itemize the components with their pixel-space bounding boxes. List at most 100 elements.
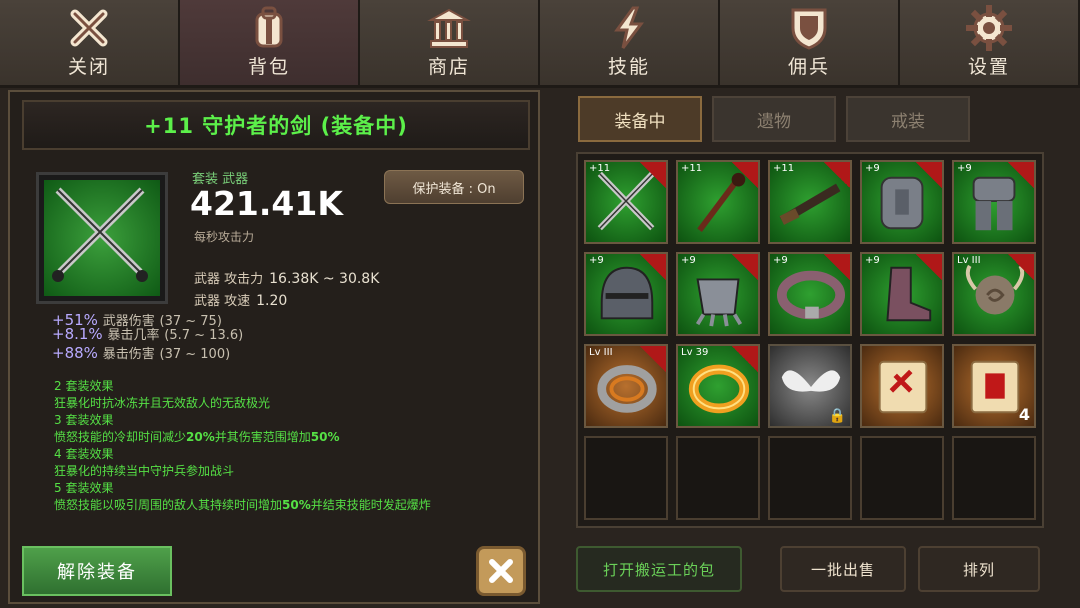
item-detail-panel: +11 守护者的剑 (装备中) 套装 武器 421.41K 每秒攻击力 保护装备… xyxy=(8,90,540,604)
open-porter-bag-button[interactable]: 打开搬运工的包 xyxy=(576,546,742,592)
stat-value: 1.20 xyxy=(256,293,288,309)
inventory-slot-empty[interactable] xyxy=(768,436,852,520)
inventory-slot-empty[interactable] xyxy=(952,436,1036,520)
inventory-slot[interactable]: +11 xyxy=(768,160,852,244)
item-title-bar: +11 守护者的剑 (装备中) xyxy=(22,100,530,150)
slot-level: Lv III xyxy=(957,255,981,266)
bonus-name: 暴击伤害 xyxy=(102,347,155,362)
slot-count: 4 xyxy=(1018,405,1030,424)
inventory-slot-empty[interactable] xyxy=(676,436,760,520)
tab-close[interactable]: 关闭 xyxy=(0,0,180,88)
tab-mercenary-label: 佣兵 xyxy=(787,56,830,78)
bonus-value: +88% xyxy=(52,344,98,362)
shop-icon xyxy=(427,8,471,48)
lock-icon: 🔒 xyxy=(828,408,846,424)
inventory-slot[interactable]: +11 xyxy=(584,160,668,244)
inventory-slot[interactable]: 4 xyxy=(952,344,1036,428)
bonus-range: (37 ~ 100) xyxy=(159,347,231,362)
set-effect-3-text: 愤怒技能的冷却时间减少20%并其伤害范围增加50% xyxy=(54,429,524,446)
crossed-swords-icon xyxy=(52,187,148,282)
set-effects: 2 套装效果 狂暴化时抗冰冻并且无效敌人的无敌极光 3 套装效果 愤怒技能的冷却… xyxy=(54,378,524,514)
subtab-costume[interactable]: 戒装 xyxy=(846,96,970,142)
set-effect-4-heading: 4 套装效果 xyxy=(54,447,114,461)
equipped-ribbon xyxy=(732,254,758,280)
stat-attack: 武器 攻击力 16.38K ~ 30.8K xyxy=(194,268,379,287)
equipped-ribbon xyxy=(640,346,666,372)
slot-level: Lv III xyxy=(589,347,613,358)
close-icon xyxy=(489,559,513,583)
item-icon-bg xyxy=(44,180,160,296)
inventory-slot[interactable]: +9 xyxy=(952,160,1036,244)
bonus-line: +8.1% 暴击几率 (5.7 ~ 13.6) xyxy=(52,324,243,343)
set-effect-2-text: 狂暴化时抗冰冻并且无效敌人的无敌极光 xyxy=(54,396,271,410)
inventory-slot[interactable]: +11 xyxy=(676,160,760,244)
stat-value: 16.38K ~ 30.8K xyxy=(269,271,380,287)
equipped-ribbon xyxy=(732,162,758,188)
equipped-ribbon xyxy=(640,254,666,280)
attack-value: 421.41K xyxy=(190,184,343,223)
set-effect-highlight: 50% xyxy=(282,498,311,512)
stat-key: 武器 攻击力 xyxy=(194,272,264,287)
inventory-slot[interactable]: +9 xyxy=(860,160,944,244)
sort-button[interactable]: 排列 xyxy=(918,546,1040,592)
tab-close-label: 关闭 xyxy=(67,56,110,78)
inventory-slot[interactable]: +9 xyxy=(768,252,852,336)
lightning-icon xyxy=(614,6,644,49)
tab-shop[interactable]: 商店 xyxy=(360,0,540,88)
slot-level: +9 xyxy=(957,163,972,174)
slot-level: +11 xyxy=(589,163,611,174)
set-effect-2-heading: 2 套装效果 xyxy=(54,379,114,393)
stat-speed: 武器 攻速 1.20 xyxy=(194,290,287,309)
equipped-ribbon xyxy=(640,162,666,188)
set-effect-highlight: 20% xyxy=(186,430,215,444)
inventory-grid: +11 +11 +11 +9 +9 +9 +9 +9 +9 Lv III Lv III Lv 39 🔒 4 xyxy=(576,152,1044,528)
bonus-line: +88% 暴击伤害 (37 ~ 100) xyxy=(52,343,230,362)
set-effect-4-text: 狂暴化的持续当中守护兵参加战斗 xyxy=(54,464,235,478)
unequip-button[interactable]: 解除装备 xyxy=(22,546,172,596)
tab-backpack[interactable]: 背包 xyxy=(180,0,360,88)
item-title: +11 守护者的剑 (装备中) xyxy=(144,114,408,138)
inventory-slot[interactable]: +9 xyxy=(584,252,668,336)
tab-mercenary[interactable]: 佣兵 xyxy=(720,0,900,88)
tab-backpack-label: 背包 xyxy=(247,56,290,78)
inventory-slot[interactable]: Lv III xyxy=(584,344,668,428)
inventory-slot[interactable]: +9 xyxy=(860,252,944,336)
bonus-value: +8.1% xyxy=(52,325,103,343)
set-effect-3-heading: 3 套装效果 xyxy=(54,413,114,427)
equipped-ribbon xyxy=(916,162,942,188)
tab-settings-label: 设置 xyxy=(967,56,1010,78)
set-effect-highlight: 50% xyxy=(310,430,340,444)
close-icon xyxy=(70,9,108,47)
protect-equipment-button[interactable]: 保护装备 : On xyxy=(384,170,524,204)
stat-key: 武器 攻速 xyxy=(194,294,251,309)
inventory-slot[interactable] xyxy=(860,344,944,428)
shield-icon xyxy=(791,8,827,50)
item-icon-frame xyxy=(36,172,168,304)
close-panel-button[interactable] xyxy=(476,546,526,596)
inventory-slot[interactable]: 🔒 xyxy=(768,344,852,428)
inventory-slot-empty[interactable] xyxy=(584,436,668,520)
slot-level: Lv 39 xyxy=(681,347,709,358)
inventory-slot[interactable]: Lv 39 xyxy=(676,344,760,428)
subtab-equipped[interactable]: 装备中 xyxy=(578,96,702,142)
batch-sell-button[interactable]: 一批出售 xyxy=(780,546,906,592)
slot-level: +9 xyxy=(773,255,788,266)
inventory-slot[interactable]: Lv III xyxy=(952,252,1036,336)
subtab-relics[interactable]: 遗物 xyxy=(712,96,836,142)
inventory-slot[interactable]: +9 xyxy=(676,252,760,336)
tab-skills[interactable]: 技能 xyxy=(540,0,720,88)
slot-level: +11 xyxy=(773,163,795,174)
set-effect-5-text: 愤怒技能以吸引周围的敌人其持续时间增加50%并结束技能时发起爆炸 xyxy=(54,497,524,514)
tab-skills-label: 技能 xyxy=(607,56,650,78)
bonus-range: (5.7 ~ 13.6) xyxy=(164,328,244,343)
inventory-slot-empty[interactable] xyxy=(860,436,944,520)
set-effect-text: 并结束技能时发起爆炸 xyxy=(310,498,431,512)
set-effect-text: 并其伤害范围增加 xyxy=(214,430,311,444)
slot-level: +9 xyxy=(681,255,696,266)
set-effect-text: 愤怒技能的冷却时间减少 xyxy=(54,430,187,444)
slot-level: +9 xyxy=(865,163,880,174)
slot-level: +9 xyxy=(865,255,880,266)
backpack-icon xyxy=(255,6,283,48)
slot-level: +9 xyxy=(589,255,604,266)
tab-settings[interactable]: 设置 xyxy=(900,0,1080,88)
